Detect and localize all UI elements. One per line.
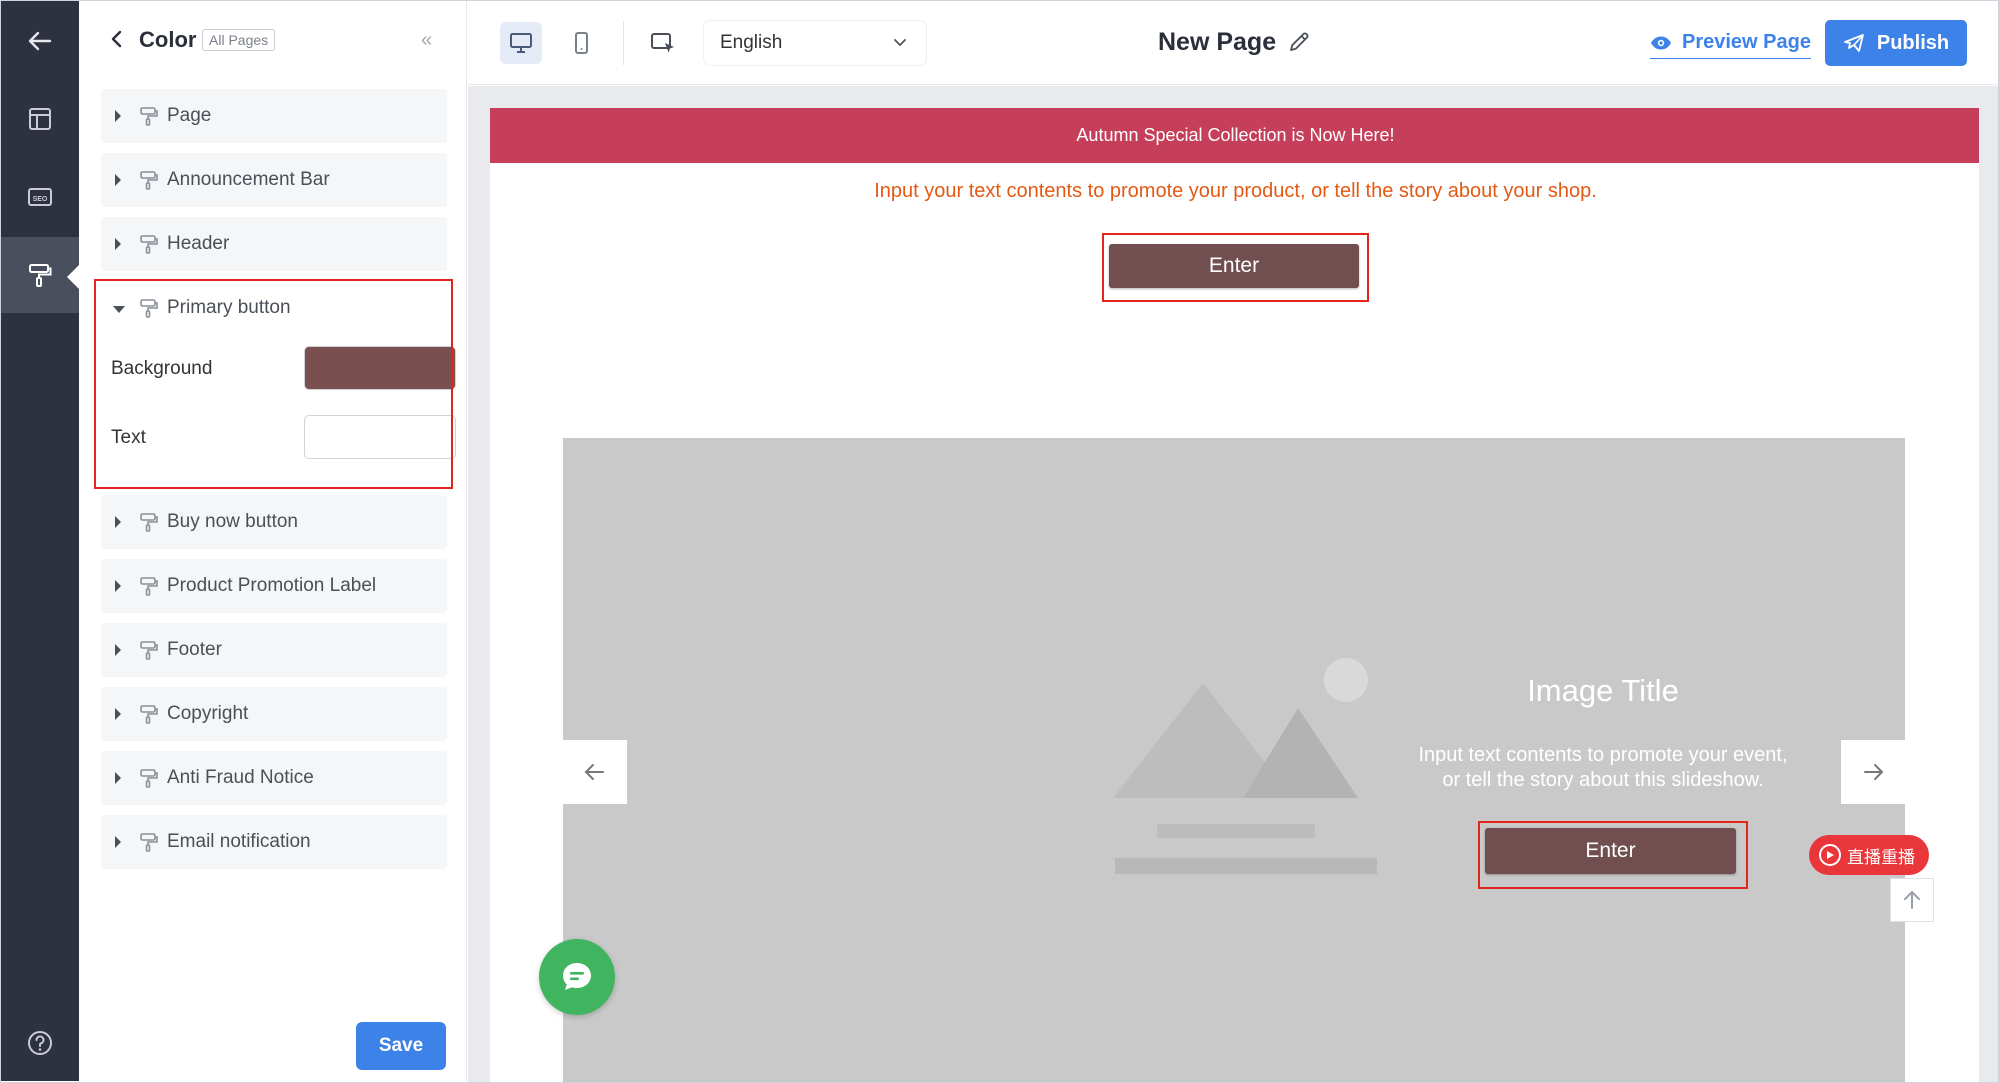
paint-roller-icon — [140, 235, 158, 254]
play-icon — [1819, 844, 1841, 866]
section-label: Page — [167, 105, 212, 126]
section-buy-now-button[interactable]: Buy now button — [101, 495, 447, 549]
page-title: New Page — [1158, 28, 1277, 56]
section-announcement-bar[interactable]: Announcement Bar — [101, 153, 447, 207]
save-button[interactable]: Save — [356, 1022, 446, 1070]
canvas-scrollbar[interactable] — [1979, 86, 1998, 1082]
paint-roller-icon — [140, 513, 158, 532]
chevron-left-icon[interactable] — [105, 27, 129, 51]
arrow-right-icon — [1864, 764, 1884, 780]
desktop-view-button[interactable] — [500, 22, 542, 64]
section-header[interactable]: Header — [101, 217, 447, 271]
caret-right-icon — [115, 174, 121, 186]
preview-canvas: Autumn Special Collection is Now Here! I… — [468, 86, 1998, 1082]
live-replay-badge[interactable]: 直播重播 — [1809, 835, 1929, 875]
caret-right-icon — [115, 110, 121, 122]
paint-roller-icon — [140, 171, 158, 190]
section-product-promotion-label[interactable]: Product Promotion Label — [101, 559, 447, 613]
chevron-down-icon — [894, 39, 906, 47]
chat-bubble-icon — [563, 963, 591, 990]
paint-roller-icon — [140, 833, 158, 852]
slideshow[interactable]: Image Title Input text contents to promo… — [563, 438, 1905, 1082]
paint-roller-icon — [140, 641, 158, 660]
caret-right-icon — [115, 238, 121, 250]
layout-icon[interactable] — [1, 81, 79, 157]
svg-text:SEO: SEO — [33, 196, 48, 203]
cursor-select-icon — [651, 33, 674, 53]
section-label: Email notification — [167, 831, 311, 852]
section-label: Copyright — [167, 703, 249, 724]
publish-button[interactable]: Publish — [1825, 20, 1967, 66]
section-label: Anti Fraud Notice — [167, 767, 314, 788]
mobile-view-button[interactable] — [560, 22, 602, 64]
active-indicator — [67, 265, 79, 289]
language-select[interactable]: English — [704, 21, 926, 65]
panel-title: Color — [139, 27, 197, 52]
paint-roller-icon — [140, 577, 158, 596]
send-icon — [1843, 34, 1864, 52]
section-label: Footer — [167, 639, 222, 660]
back-arrow-icon[interactable] — [1, 3, 79, 79]
promo-text[interactable]: Input your text contents to promote your… — [490, 180, 1981, 203]
caret-right-icon — [115, 836, 121, 848]
mobile-icon — [575, 32, 588, 54]
collapse-panel-icon[interactable]: « — [421, 29, 432, 52]
section-anti-fraud-notice[interactable]: Anti Fraud Notice — [101, 751, 447, 805]
caret-right-icon — [115, 580, 121, 592]
language-value: English — [720, 32, 783, 53]
highlight-box — [94, 279, 453, 489]
announcement-bar[interactable]: Autumn Special Collection is Now Here! — [490, 108, 1981, 163]
scope-badge: All Pages — [202, 29, 276, 51]
slide-prev-button[interactable] — [563, 740, 627, 804]
image-placeholder-icon — [1113, 658, 1377, 874]
edit-pencil-icon[interactable] — [1286, 29, 1312, 55]
highlight-box — [1478, 821, 1748, 889]
select-element-button[interactable] — [642, 22, 684, 64]
live-replay-label: 直播重播 — [1847, 847, 1915, 867]
paint-roller-icon — [140, 769, 158, 788]
eye-icon — [1651, 36, 1671, 49]
preview-page-link[interactable]: Preview Page — [1650, 27, 1811, 59]
section-email-notification[interactable]: Email notification — [101, 815, 447, 869]
slide-desc-line: Input text contents to promote your even… — [1418, 744, 1788, 766]
help-icon[interactable] — [1, 1005, 79, 1081]
paint-roller-icon — [140, 705, 158, 724]
slide-desc-line: or tell the story about this slideshow. — [1442, 769, 1764, 791]
arrow-left-icon — [584, 764, 604, 780]
section-label: Buy now button — [167, 511, 298, 532]
back-to-top-button[interactable] — [1890, 878, 1934, 922]
caret-right-icon — [115, 516, 121, 528]
section-label: Header — [167, 233, 230, 254]
seo-icon[interactable]: SEO — [1, 159, 79, 235]
caret-right-icon — [115, 772, 121, 784]
arrow-up-icon — [1904, 890, 1920, 909]
highlight-box — [1102, 233, 1369, 302]
slide-title: Image Title — [1527, 673, 1679, 708]
section-copyright[interactable]: Copyright — [101, 687, 447, 741]
slide-description: Input text contents to promote your even… — [1403, 743, 1803, 793]
section-footer[interactable]: Footer — [101, 623, 447, 677]
left-rail: SEO — [1, 1, 79, 1081]
color-settings-panel: Color All Pages « Page Announcement Bar … — [79, 1, 467, 1081]
section-page[interactable]: Page — [101, 89, 447, 143]
section-label: Announcement Bar — [167, 169, 330, 190]
paint-roller-icon — [140, 107, 158, 126]
editor-toolbar: English New Page Preview Page Publish — [468, 1, 1998, 85]
caret-right-icon — [115, 708, 121, 720]
preview-label: Preview Page — [1682, 31, 1811, 53]
chat-button[interactable] — [539, 939, 615, 1015]
publish-label: Publish — [1876, 31, 1950, 54]
caret-right-icon — [115, 644, 121, 656]
app-window: SEO Color All Pages « Page Announcement … — [0, 0, 1999, 1083]
section-label: Product Promotion Label — [167, 575, 377, 596]
slide-next-button[interactable] — [1841, 740, 1905, 804]
desktop-icon — [510, 33, 532, 53]
toolbar-divider — [623, 21, 624, 65]
page-preview[interactable]: Autumn Special Collection is Now Here! I… — [490, 108, 1981, 1082]
